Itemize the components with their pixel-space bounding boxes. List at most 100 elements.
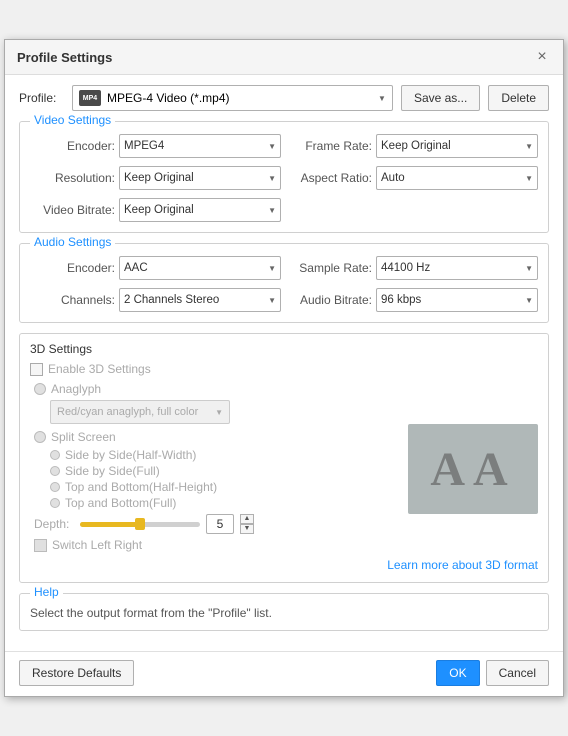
audio-form-grid: Encoder: AAC ▼ Sample Rate: 44100 Hz ▼ C… <box>30 256 538 312</box>
video-bitrate-value: Keep Original <box>124 204 266 216</box>
learn-more-link[interactable]: Learn more about 3D format <box>30 558 538 572</box>
switch-checkbox[interactable] <box>34 539 47 552</box>
encoder-label: Encoder: <box>30 139 115 153</box>
close-button[interactable]: × <box>533 48 551 66</box>
video-form-grid: Encoder: MPEG4 ▼ Frame Rate: Keep Origin… <box>30 134 538 222</box>
top-bottom-half-radio[interactable] <box>50 482 60 492</box>
depth-slider-thumb[interactable] <box>135 518 145 530</box>
side-by-side-half-row: Side by Side(Half-Width) <box>30 448 398 462</box>
aspect-ratio-row: Aspect Ratio: Auto ▼ <box>287 166 538 190</box>
side-by-side-full-label: Side by Side(Full) <box>65 464 160 478</box>
video-bitrate-arrow: ▼ <box>268 206 276 215</box>
frame-rate-row: Frame Rate: Keep Original ▼ <box>287 134 538 158</box>
enable-3d-label: Enable 3D Settings <box>48 362 151 376</box>
audio-encoder-value: AAC <box>124 262 266 274</box>
depth-spin-down[interactable]: ▼ <box>240 524 254 534</box>
enable-3d-checkbox[interactable] <box>30 363 43 376</box>
audio-bitrate-dropdown[interactable]: 96 kbps ▼ <box>376 288 538 312</box>
switch-row: Switch Left Right <box>30 538 398 552</box>
title-bar: Profile Settings × <box>5 40 563 75</box>
top-bottom-full-row: Top and Bottom(Full) <box>30 496 398 510</box>
profile-select-text: MP4 MPEG-4 Video (*.mp4) <box>79 90 230 106</box>
encoder-arrow: ▼ <box>268 142 276 151</box>
channels-label: Channels: <box>30 293 115 307</box>
split-screen-radio-row: Split Screen <box>30 430 398 444</box>
encoder-dropdown[interactable]: MPEG4 ▼ <box>119 134 281 158</box>
3d-body: Anaglyph Red/cyan anaglyph, full color ▼… <box>30 382 538 556</box>
frame-rate-arrow: ▼ <box>525 142 533 151</box>
video-section-title: Video Settings <box>30 113 115 127</box>
frame-rate-label: Frame Rate: <box>287 139 372 153</box>
channels-arrow: ▼ <box>268 296 276 305</box>
anaglyph-radio[interactable] <box>34 383 46 395</box>
top-bottom-full-radio[interactable] <box>50 498 60 508</box>
help-text: Select the output format from the "Profi… <box>30 606 538 620</box>
dialog-footer: Restore Defaults OK Cancel <box>5 651 563 696</box>
video-bitrate-label: Video Bitrate: <box>30 203 115 217</box>
audio-bitrate-label: Audio Bitrate: <box>287 293 372 307</box>
footer-right-buttons: OK Cancel <box>436 660 549 686</box>
audio-bitrate-arrow: ▼ <box>525 296 533 305</box>
aspect-ratio-value: Auto <box>381 172 523 184</box>
audio-encoder-row: Encoder: AAC ▼ <box>30 256 281 280</box>
depth-spinner[interactable]: ▲ ▼ <box>240 514 254 534</box>
anaglyph-select-value: Red/cyan anaglyph, full color <box>57 406 213 418</box>
cancel-button[interactable]: Cancel <box>486 660 549 686</box>
profile-row: Profile: MP4 MPEG-4 Video (*.mp4) ▼ Save… <box>19 85 549 111</box>
resolution-arrow: ▼ <box>268 174 276 183</box>
audio-encoder-arrow: ▼ <box>268 264 276 273</box>
video-bitrate-dropdown[interactable]: Keep Original ▼ <box>119 198 281 222</box>
profile-dropdown[interactable]: MP4 MPEG-4 Video (*.mp4) ▼ <box>72 85 393 111</box>
video-bitrate-row: Video Bitrate: Keep Original ▼ <box>30 198 281 222</box>
depth-row: Depth: 5 ▲ ▼ <box>30 514 398 534</box>
aspect-ratio-dropdown[interactable]: Auto ▼ <box>376 166 538 190</box>
sample-rate-value: 44100 Hz <box>381 262 523 274</box>
profile-label: Profile: <box>19 91 64 105</box>
sample-rate-label: Sample Rate: <box>287 261 372 275</box>
channels-row: Channels: 2 Channels Stereo ▼ <box>30 288 281 312</box>
ok-button[interactable]: OK <box>436 660 479 686</box>
encoder-value: MPEG4 <box>124 140 266 152</box>
resolution-label: Resolution: <box>30 171 115 185</box>
audio-section-title: Audio Settings <box>30 235 115 249</box>
anaglyph-radio-row: Anaglyph <box>30 382 398 396</box>
3d-preview: AA <box>408 382 538 556</box>
dialog-content: Profile: MP4 MPEG-4 Video (*.mp4) ▼ Save… <box>5 75 563 651</box>
save-as-button[interactable]: Save as... <box>401 85 480 111</box>
encoder-row: Encoder: MPEG4 ▼ <box>30 134 281 158</box>
3d-settings-section: 3D Settings Enable 3D Settings Anaglyph … <box>19 333 549 583</box>
mp4-icon: MP4 <box>79 90 101 106</box>
resolution-value: Keep Original <box>124 172 266 184</box>
sample-rate-dropdown[interactable]: 44100 Hz ▼ <box>376 256 538 280</box>
aspect-ratio-label: Aspect Ratio: <box>287 171 372 185</box>
channels-value: 2 Channels Stereo <box>124 294 266 306</box>
audio-bitrate-row: Audio Bitrate: 96 kbps ▼ <box>287 288 538 312</box>
side-by-side-half-label: Side by Side(Half-Width) <box>65 448 196 462</box>
frame-rate-dropdown[interactable]: Keep Original ▼ <box>376 134 538 158</box>
3d-section-title: 3D Settings <box>30 342 538 356</box>
anaglyph-select-dropdown[interactable]: Red/cyan anaglyph, full color ▼ <box>50 400 230 424</box>
sample-rate-row: Sample Rate: 44100 Hz ▼ <box>287 256 538 280</box>
sample-rate-arrow: ▼ <box>525 264 533 273</box>
delete-button[interactable]: Delete <box>488 85 549 111</box>
help-section: Help Select the output format from the "… <box>19 593 549 631</box>
audio-settings-section: Audio Settings Encoder: AAC ▼ Sample Rat… <box>19 243 549 323</box>
anaglyph-select-arrow: ▼ <box>215 408 223 417</box>
side-by-side-full-radio[interactable] <box>50 466 60 476</box>
depth-spin-up[interactable]: ▲ <box>240 514 254 524</box>
help-section-title: Help <box>30 585 63 599</box>
depth-value-input[interactable]: 5 <box>206 514 234 534</box>
depth-slider-fill <box>80 522 140 527</box>
audio-encoder-dropdown[interactable]: AAC ▼ <box>119 256 281 280</box>
3d-options: Anaglyph Red/cyan anaglyph, full color ▼… <box>30 382 398 556</box>
restore-defaults-button[interactable]: Restore Defaults <box>19 660 134 686</box>
resolution-dropdown[interactable]: Keep Original ▼ <box>119 166 281 190</box>
anaglyph-select-row: Red/cyan anaglyph, full color ▼ <box>30 400 398 424</box>
split-screen-radio[interactable] <box>34 431 46 443</box>
side-by-side-full-row: Side by Side(Full) <box>30 464 398 478</box>
depth-slider[interactable] <box>80 522 200 527</box>
channels-dropdown[interactable]: 2 Channels Stereo ▼ <box>119 288 281 312</box>
split-screen-label: Split Screen <box>51 430 116 444</box>
anaglyph-label: Anaglyph <box>51 382 101 396</box>
side-by-side-half-radio[interactable] <box>50 450 60 460</box>
